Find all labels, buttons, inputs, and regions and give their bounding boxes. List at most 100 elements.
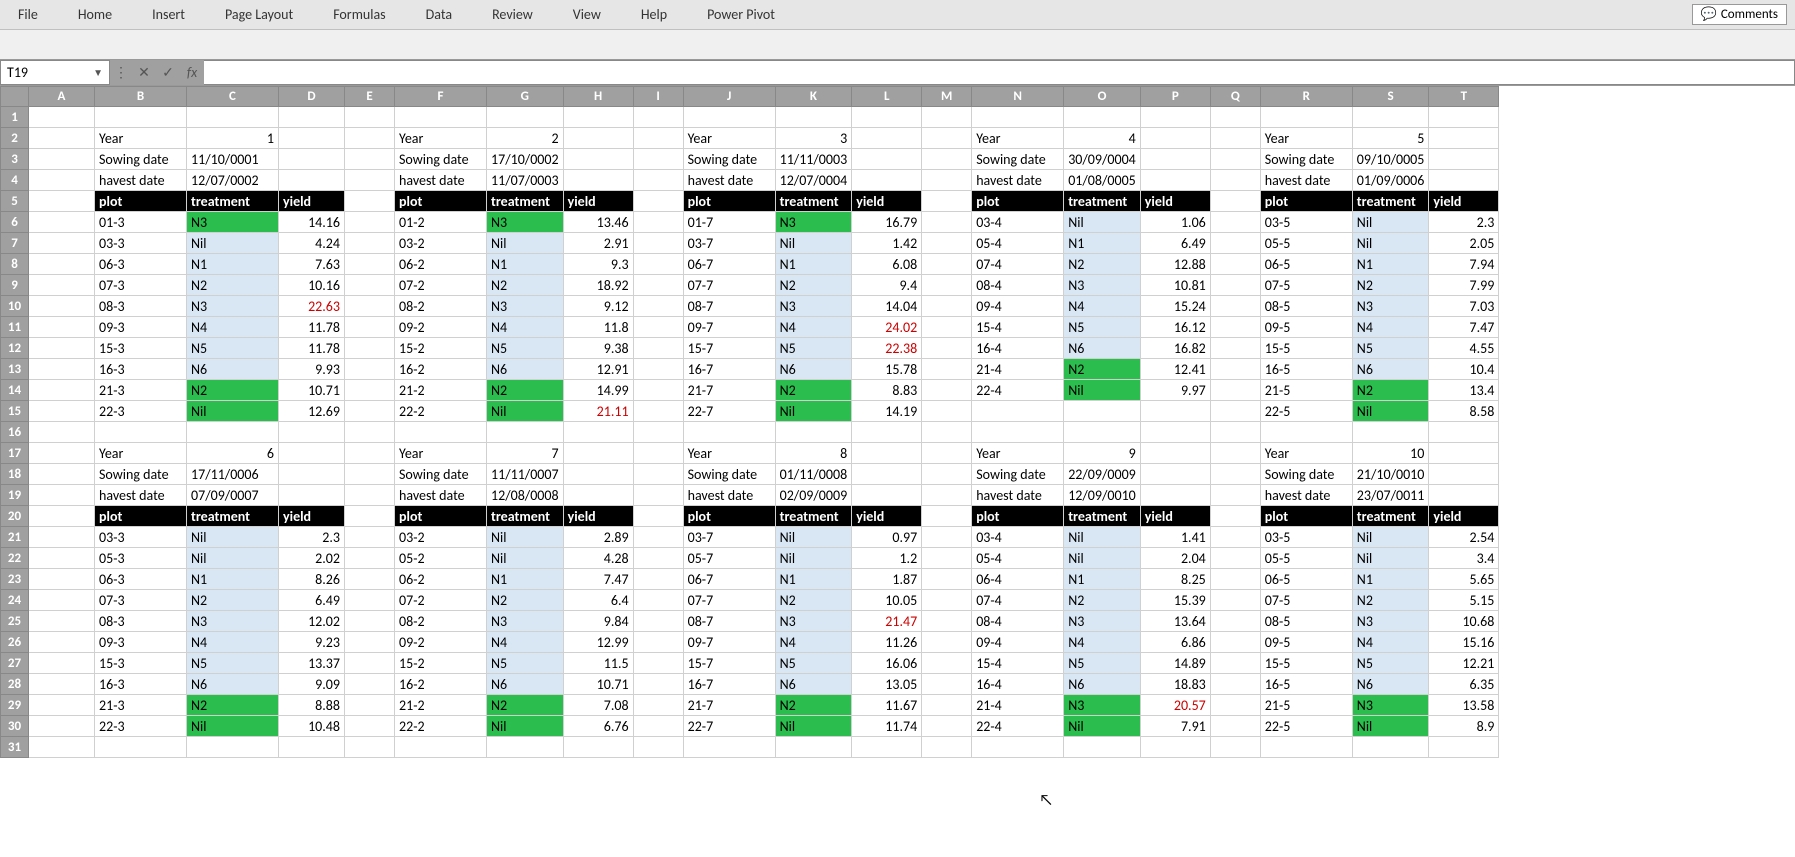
cell-D23[interactable]: 8.26 [279, 569, 345, 590]
cell-M2[interactable] [922, 128, 972, 149]
cell-J21[interactable]: 03-7 [683, 527, 775, 548]
cell-J19[interactable]: havest date [683, 485, 775, 506]
cell-S10[interactable]: N3 [1352, 296, 1429, 317]
cell-L15[interactable]: 14.19 [852, 401, 922, 422]
cell-H10[interactable]: 9.12 [563, 296, 633, 317]
cancel-formula-icon[interactable]: ✕ [132, 60, 156, 85]
cell-I6[interactable] [633, 212, 683, 233]
cell-B13[interactable]: 16-3 [95, 359, 187, 380]
ribbon-tab-formulas[interactable]: Formulas [323, 2, 395, 27]
cell-O27[interactable]: N5 [1064, 653, 1141, 674]
cell-S8[interactable]: N1 [1352, 254, 1429, 275]
cell-H16[interactable] [563, 422, 633, 443]
cell-L20[interactable]: yield [852, 506, 922, 527]
cell-T9[interactable]: 7.99 [1429, 275, 1499, 296]
cell-O2[interactable]: 4 [1064, 128, 1141, 149]
cell-M25[interactable] [922, 611, 972, 632]
cell-C26[interactable]: N4 [187, 632, 279, 653]
cell-J25[interactable]: 08-7 [683, 611, 775, 632]
cell-G27[interactable]: N5 [487, 653, 564, 674]
cell-L6[interactable]: 16.79 [852, 212, 922, 233]
cell-L19[interactable] [852, 485, 922, 506]
cell-A31[interactable] [29, 737, 95, 758]
ribbon-tab-file[interactable]: File [8, 2, 48, 27]
cell-B19[interactable]: havest date [95, 485, 187, 506]
cell-C14[interactable]: N2 [187, 380, 279, 401]
cell-Q23[interactable] [1210, 569, 1260, 590]
cell-S26[interactable]: N4 [1352, 632, 1429, 653]
row-header-20[interactable]: 20 [1, 506, 29, 527]
cell-F30[interactable]: 22-2 [395, 716, 487, 737]
cell-I4[interactable] [633, 170, 683, 191]
cell-P31[interactable] [1140, 737, 1210, 758]
cell-C30[interactable]: Nil [187, 716, 279, 737]
cell-D29[interactable]: 8.88 [279, 695, 345, 716]
cell-A30[interactable] [29, 716, 95, 737]
cell-T24[interactable]: 5.15 [1429, 590, 1499, 611]
cell-B24[interactable]: 07-3 [95, 590, 187, 611]
cell-C6[interactable]: N3 [187, 212, 279, 233]
cell-A24[interactable] [29, 590, 95, 611]
cell-E23[interactable] [345, 569, 395, 590]
cell-C1[interactable] [187, 107, 279, 128]
cell-N16[interactable] [972, 422, 1064, 443]
cell-A9[interactable] [29, 275, 95, 296]
cell-J5[interactable]: plot [683, 191, 775, 212]
row-header-5[interactable]: 5 [1, 191, 29, 212]
cell-N10[interactable]: 09-4 [972, 296, 1064, 317]
row-header-23[interactable]: 23 [1, 569, 29, 590]
row-header-24[interactable]: 24 [1, 590, 29, 611]
cell-P14[interactable]: 9.97 [1140, 380, 1210, 401]
cell-P25[interactable]: 13.64 [1140, 611, 1210, 632]
cell-F19[interactable]: havest date [395, 485, 487, 506]
cell-N27[interactable]: 15-4 [972, 653, 1064, 674]
cell-Q18[interactable] [1210, 464, 1260, 485]
cell-T5[interactable]: yield [1429, 191, 1499, 212]
cell-E1[interactable] [345, 107, 395, 128]
ribbon-tab-view[interactable]: View [563, 2, 611, 27]
cell-D11[interactable]: 11.78 [279, 317, 345, 338]
cell-I18[interactable] [633, 464, 683, 485]
cell-N4[interactable]: havest date [972, 170, 1064, 191]
cell-P2[interactable] [1140, 128, 1210, 149]
cell-O1[interactable] [1064, 107, 1141, 128]
cell-D28[interactable]: 9.09 [279, 674, 345, 695]
cell-K18[interactable]: 01/11/0008 [775, 464, 852, 485]
cell-G3[interactable]: 17/10/0002 [487, 149, 564, 170]
cell-Q16[interactable] [1210, 422, 1260, 443]
cell-K9[interactable]: N2 [775, 275, 852, 296]
cell-H15[interactable]: 21.11 [563, 401, 633, 422]
cell-F20[interactable]: plot [395, 506, 487, 527]
cell-B1[interactable] [95, 107, 187, 128]
cell-R22[interactable]: 05-5 [1260, 548, 1352, 569]
cell-N17[interactable]: Year [972, 443, 1064, 464]
cell-T23[interactable]: 5.65 [1429, 569, 1499, 590]
cell-C8[interactable]: N1 [187, 254, 279, 275]
cell-K15[interactable]: Nil [775, 401, 852, 422]
cell-D10[interactable]: 22.63 [279, 296, 345, 317]
cell-E26[interactable] [345, 632, 395, 653]
cell-C3[interactable]: 11/10/0001 [187, 149, 279, 170]
cell-H30[interactable]: 6.76 [563, 716, 633, 737]
cell-P15[interactable] [1140, 401, 1210, 422]
cell-P28[interactable]: 18.83 [1140, 674, 1210, 695]
cell-O23[interactable]: N1 [1064, 569, 1141, 590]
cell-Q11[interactable] [1210, 317, 1260, 338]
cell-L26[interactable]: 11.26 [852, 632, 922, 653]
cell-O18[interactable]: 22/09/0009 [1064, 464, 1141, 485]
cell-M22[interactable] [922, 548, 972, 569]
col-header-I[interactable]: I [633, 87, 683, 107]
cell-Q7[interactable] [1210, 233, 1260, 254]
cell-P17[interactable] [1140, 443, 1210, 464]
cell-M24[interactable] [922, 590, 972, 611]
fx-icon[interactable]: fx [180, 60, 204, 85]
cell-T30[interactable]: 8.9 [1429, 716, 1499, 737]
cell-D30[interactable]: 10.48 [279, 716, 345, 737]
cell-P1[interactable] [1140, 107, 1210, 128]
cell-M21[interactable] [922, 527, 972, 548]
cell-O28[interactable]: N6 [1064, 674, 1141, 695]
cell-O19[interactable]: 12/09/0010 [1064, 485, 1141, 506]
cell-R10[interactable]: 08-5 [1260, 296, 1352, 317]
cell-Q24[interactable] [1210, 590, 1260, 611]
cell-G7[interactable]: Nil [487, 233, 564, 254]
